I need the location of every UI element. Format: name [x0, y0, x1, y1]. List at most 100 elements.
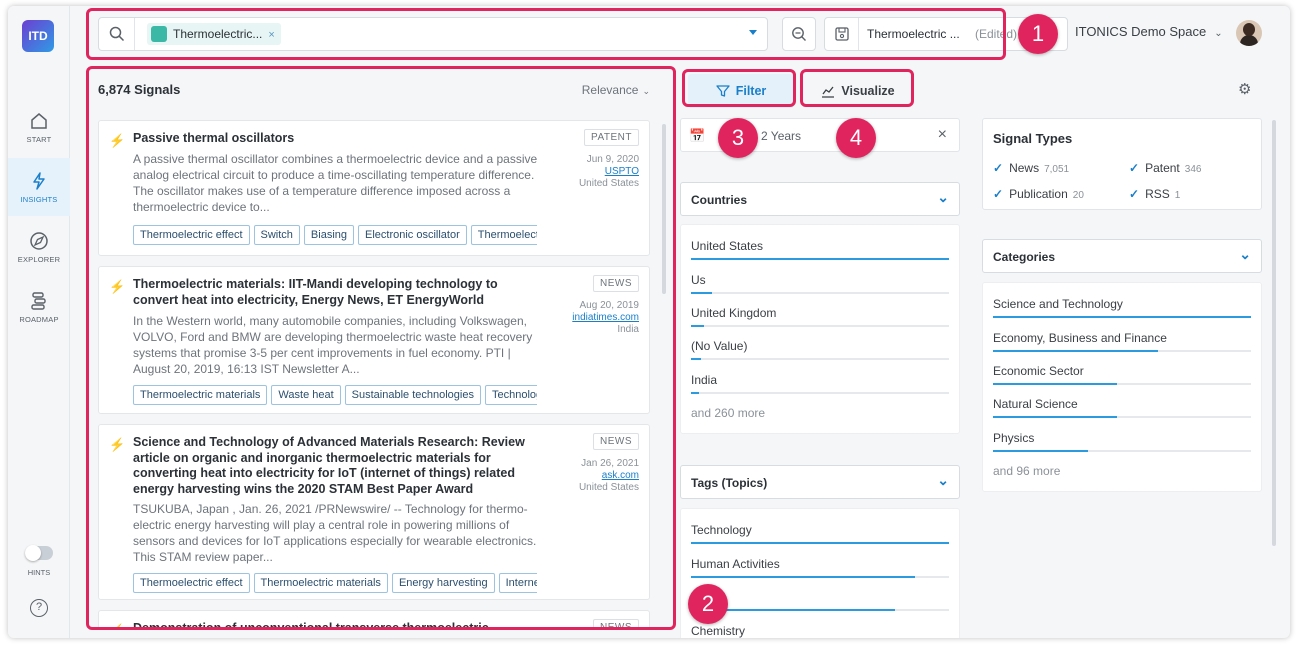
facet-row-label[interactable]: Technology [691, 523, 752, 537]
signal-source-link[interactable]: USPTO [549, 166, 639, 178]
bolt-icon: ⚡ [109, 437, 126, 452]
check-icon: ✓ [993, 187, 1004, 201]
checkbox-publication[interactable]: ✓ Publication 20 [993, 187, 1084, 201]
tag-chip[interactable]: Electronic oscillator [358, 225, 467, 245]
bolt-icon: ⚡ [109, 623, 125, 630]
search-input[interactable]: Thermoelectric... × [98, 17, 768, 51]
signal-country: United States [578, 482, 639, 493]
check-icon: ✓ [1129, 187, 1140, 201]
checkbox-news[interactable]: ✓ News 7,051 [993, 161, 1069, 175]
signal-title[interactable]: Science and Technology of Advanced Mater… [133, 435, 543, 497]
facet-row-bar [691, 576, 949, 578]
left-nav: ITD START INSIGHTS EXPLORER ROADMAP HINT… [8, 6, 70, 638]
signal-meta: Jun 9, 2020 USPTO United States [549, 154, 639, 190]
checkbox-patent[interactable]: ✓ Patent 346 [1129, 161, 1201, 175]
tag-chip[interactable]: Thermoelectric materials [253, 573, 388, 593]
checkbox-label: RSS [1145, 187, 1170, 201]
help-icon[interactable]: ? [30, 599, 48, 617]
callout-number-2: 2 [688, 584, 728, 624]
bolt-icon: ⚡ [109, 279, 126, 294]
tag-chip[interactable]: Switch [253, 225, 300, 245]
check-icon: ✓ [1129, 161, 1140, 175]
categories-facet-header[interactable]: Categories ⌄ [982, 239, 1262, 273]
tag-chip[interactable]: Thermoelectric effect [133, 225, 250, 245]
nav-item-roadmap[interactable]: ROADMAP [8, 278, 70, 336]
results-scrollbar[interactable] [662, 124, 666, 294]
signal-card[interactable]: ⚡ Science and Technology of Advanced Mat… [98, 424, 650, 600]
facet-row-label[interactable]: United Kingdom [691, 306, 776, 320]
search-icon[interactable] [99, 18, 135, 50]
tags-facet-header[interactable]: Tags (Topics) ⌄ [680, 465, 960, 499]
tag-chip[interactable]: Thermoelectric materials [133, 385, 268, 405]
zoom-search-button[interactable] [782, 17, 816, 51]
tag-chip[interactable]: Thermoelectric effect [133, 573, 250, 593]
signal-types-panel: Signal Types ✓ News 7,051 ✓ Patent 346 ✓ Publ… [982, 118, 1262, 210]
facet-row-label[interactable]: (No Value) [691, 339, 747, 353]
checkbox-rss[interactable]: ✓ RSS 1 [1129, 187, 1180, 201]
facet-row-label[interactable]: Science and Technology [993, 297, 1123, 311]
nav-item-label: ROADMAP [19, 314, 59, 324]
signal-source-link[interactable]: indiatimes.com [549, 312, 639, 324]
facet-row-label[interactable]: Us [691, 273, 706, 287]
chevron-down-icon: ⌄ [1239, 246, 1251, 262]
chevron-down-icon[interactable] [749, 30, 757, 35]
chip-remove-icon[interactable]: × [268, 29, 274, 41]
workspace-selector[interactable]: ITONICS Demo Space ⌄ [1075, 24, 1223, 39]
filter-button[interactable]: Filter [688, 74, 794, 108]
signal-card[interactable]: ⚡ Demonstration of unconventional transv… [98, 610, 650, 630]
facet-bar-fill [691, 292, 712, 294]
countries-facet-header[interactable]: Countries ⌄ [680, 182, 960, 216]
facet-row-label[interactable]: India [691, 373, 717, 387]
tag-chip[interactable]: Technology [484, 385, 537, 405]
facet-bar-fill [691, 542, 949, 544]
checkbox-label: Patent [1145, 161, 1180, 175]
bolt-icon [33, 171, 45, 190]
signal-source-link[interactable]: ask.com [549, 470, 639, 482]
signal-card[interactable]: ⚡ Thermoelectric materials: IIT-Mandi de… [98, 266, 650, 414]
tag-chip[interactable]: Thermoelectric [470, 225, 537, 245]
facet-bar-fill [691, 576, 916, 578]
nav-item-start[interactable]: START [8, 98, 70, 156]
clear-date-icon[interactable]: × [938, 126, 947, 144]
nav-item-label: EXPLORER [17, 254, 61, 264]
save-icon[interactable] [825, 18, 859, 50]
hints-toggle[interactable] [25, 545, 53, 561]
facet-row-label[interactable]: Human Activities [691, 557, 780, 571]
facet-bar-fill [993, 316, 1251, 318]
facet-row-label[interactable]: Economic Sector [993, 364, 1084, 378]
facet-row-label[interactable]: Chemistry [691, 624, 745, 638]
facet-row-bar [691, 609, 949, 611]
signal-tags: Thermoelectric materials Waste heat Sustai… [133, 385, 537, 407]
toggle-knob [25, 545, 41, 561]
avatar[interactable] [1236, 20, 1262, 46]
facet-row-label[interactable]: Economy, Business and Finance [993, 331, 1167, 345]
nav-item-explorer[interactable]: EXPLORER [8, 218, 70, 276]
gear-icon[interactable]: ⚙ [1238, 80, 1251, 98]
signal-title[interactable]: Thermoelectric materials: IIT-Mandi deve… [133, 277, 543, 308]
tag-chip[interactable]: Internet [498, 573, 537, 593]
checkbox-label: Publication [1009, 187, 1068, 201]
tag-chip[interactable]: Biasing [303, 225, 354, 245]
tag-chip[interactable]: Waste heat [271, 385, 341, 405]
signal-title[interactable]: Passive thermal oscillators [133, 131, 543, 147]
visualize-button[interactable]: Visualize [806, 74, 910, 108]
show-more-link[interactable]: and 260 more [691, 406, 765, 420]
facet-row-bar [993, 383, 1251, 385]
signal-card[interactable]: ⚡ Passive thermal oscillators A passive … [98, 120, 650, 256]
saved-search-name: Thermoelectric ... [867, 27, 960, 41]
facet-row-label[interactable]: Physics [993, 431, 1034, 445]
sort-select[interactable]: Relevance ⌄ [582, 83, 650, 97]
show-more-link[interactable]: and 96 more [993, 464, 1060, 478]
app-logo[interactable]: ITD [22, 20, 54, 52]
signal-title[interactable]: Demonstration of unconventional transver… [133, 621, 543, 630]
filters-scrollbar[interactable] [1272, 120, 1276, 546]
tag-chip[interactable]: Energy harvesting [391, 573, 495, 593]
facet-bar-fill [993, 383, 1117, 385]
signal-date: Jan 26, 2021 [581, 458, 639, 469]
facet-row-label[interactable]: United States [691, 239, 763, 253]
nav-item-insights[interactable]: INSIGHTS [8, 158, 70, 216]
facet-row-label[interactable]: Natural Science [993, 397, 1078, 411]
signal-meta: Aug 20, 2019 indiatimes.com India [549, 300, 639, 336]
tag-chip[interactable]: Sustainable technologies [344, 385, 481, 405]
search-chip[interactable]: Thermoelectric... × [147, 23, 281, 45]
